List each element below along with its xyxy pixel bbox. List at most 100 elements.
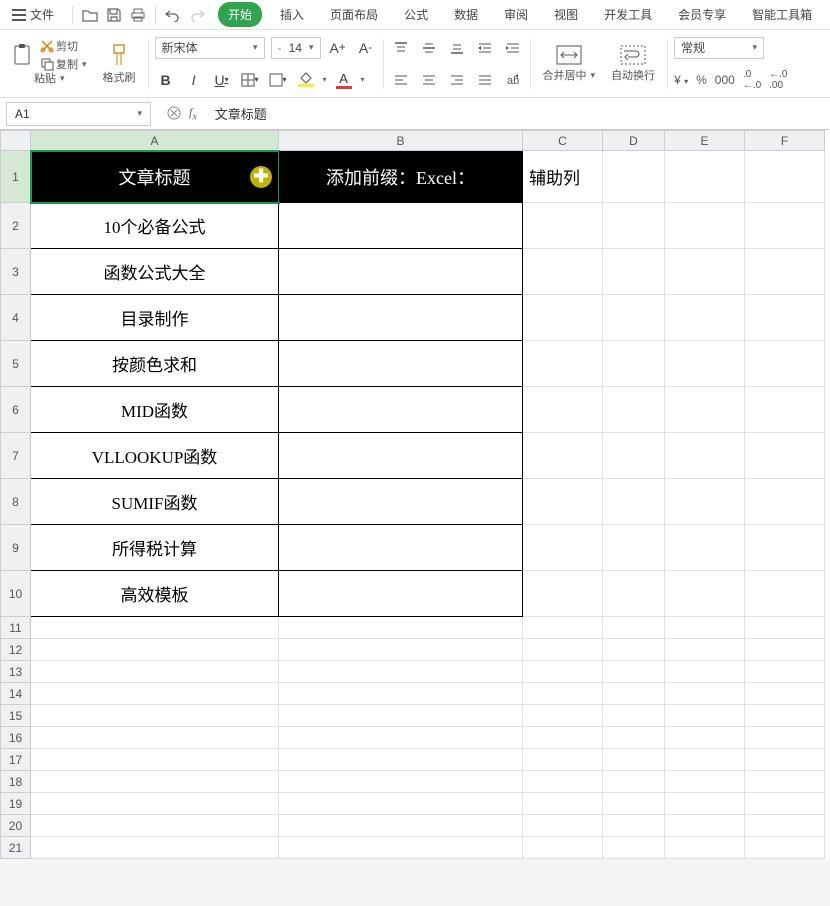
row-header-13[interactable]: 13 [1,661,31,683]
align-center-icon[interactable] [418,69,440,91]
cell-C9[interactable] [523,525,603,571]
align-top-icon[interactable] [390,37,412,59]
cell-B14[interactable] [279,683,523,705]
cell-F6[interactable] [745,387,825,433]
formula-input[interactable] [207,102,830,126]
fx-icon[interactable]: fx [189,105,197,122]
cell-A16[interactable] [31,727,279,749]
percent-button[interactable]: % [696,73,707,87]
cell-C20[interactable] [523,815,603,837]
col-header-A[interactable]: A [31,131,279,151]
cell-F2[interactable] [745,203,825,249]
cell-F5[interactable] [745,341,825,387]
align-left-icon[interactable] [390,69,412,91]
cell-B5[interactable] [279,341,523,387]
cell-A6[interactable]: MID函数 [31,387,279,433]
cell-E19[interactable] [665,793,745,815]
font-color-button[interactable]: A [333,69,355,91]
cell-E13[interactable] [665,661,745,683]
cell-A10[interactable]: 高效模板 [31,571,279,617]
italic-button[interactable]: I [183,69,205,91]
cell-F12[interactable] [745,639,825,661]
cell-D4[interactable] [603,295,665,341]
cell-A11[interactable] [31,617,279,639]
cell-A13[interactable] [31,661,279,683]
row-header-11[interactable]: 11 [1,617,31,639]
cell-style-button[interactable]: ▾ [267,69,289,91]
row-header-18[interactable]: 18 [1,771,31,793]
row-header-2[interactable]: 2 [1,203,31,249]
cell-D15[interactable] [603,705,665,727]
tab-view[interactable]: 视图 [546,2,586,27]
cell-D12[interactable] [603,639,665,661]
cell-E10[interactable] [665,571,745,617]
cell-A17[interactable] [31,749,279,771]
cell-A7[interactable]: VLLOOKUP函数 [31,433,279,479]
cell-C17[interactable] [523,749,603,771]
row-header-3[interactable]: 3 [1,249,31,295]
cell-E3[interactable] [665,249,745,295]
cell-D20[interactable] [603,815,665,837]
cell-A18[interactable] [31,771,279,793]
border-button[interactable]: ▾ [239,69,261,91]
row-header-9[interactable]: 9 [1,525,31,571]
align-right-icon[interactable] [446,69,468,91]
cell-D13[interactable] [603,661,665,683]
cancel-formula-icon[interactable] [167,106,181,120]
col-header-D[interactable]: D [603,131,665,151]
orientation-icon[interactable]: ab [502,69,524,91]
cell-D11[interactable] [603,617,665,639]
row-header-15[interactable]: 15 [1,705,31,727]
merge-center-label[interactable]: 合并居中 [543,67,596,83]
cell-C16[interactable] [523,727,603,749]
cell-D6[interactable] [603,387,665,433]
cell-C21[interactable] [523,837,603,859]
cell-C6[interactable] [523,387,603,433]
font-name-select[interactable]: 新宋体 ▾ [155,37,265,59]
format-painter-icon[interactable] [109,43,129,67]
cell-F15[interactable] [745,705,825,727]
row-header-1[interactable]: 1 [1,151,31,203]
merge-center-icon[interactable] [556,45,582,65]
align-bottom-icon[interactable] [446,37,468,59]
open-folder-icon[interactable] [79,4,101,26]
select-all-corner[interactable] [1,131,31,151]
cell-B20[interactable] [279,815,523,837]
wrap-text-icon[interactable] [620,45,646,65]
cell-B3[interactable] [279,249,523,295]
cell-B1[interactable]: 添加前缀：Excel： [279,151,523,203]
cell-B15[interactable] [279,705,523,727]
indent-increase-icon[interactable] [502,37,524,59]
row-header-12[interactable]: 12 [1,639,31,661]
align-middle-icon[interactable] [418,37,440,59]
cell-C10[interactable] [523,571,603,617]
cell-F18[interactable] [745,771,825,793]
cell-C8[interactable] [523,479,603,525]
cell-E4[interactable] [665,295,745,341]
row-header-14[interactable]: 14 [1,683,31,705]
cell-A20[interactable] [31,815,279,837]
row-header-6[interactable]: 6 [1,387,31,433]
cell-D16[interactable] [603,727,665,749]
cell-E8[interactable] [665,479,745,525]
font-size-select[interactable]: - 14 ▾ [271,37,321,59]
cell-B11[interactable] [279,617,523,639]
col-header-C[interactable]: C [523,131,603,151]
cell-E20[interactable] [665,815,745,837]
row-header-10[interactable]: 10 [1,571,31,617]
decimal-increase-button[interactable]: .0←.0 [743,69,761,91]
cell-F11[interactable] [745,617,825,639]
col-header-B[interactable]: B [279,131,523,151]
cell-D14[interactable] [603,683,665,705]
col-header-E[interactable]: E [665,131,745,151]
cell-A9[interactable]: 所得税计算 [31,525,279,571]
cell-E16[interactable] [665,727,745,749]
tab-formula[interactable]: 公式 [396,2,436,27]
cell-E12[interactable] [665,639,745,661]
cell-C13[interactable] [523,661,603,683]
cell-C19[interactable] [523,793,603,815]
cell-E11[interactable] [665,617,745,639]
cell-F9[interactable] [745,525,825,571]
row-header-21[interactable]: 21 [1,837,31,859]
cell-E2[interactable] [665,203,745,249]
